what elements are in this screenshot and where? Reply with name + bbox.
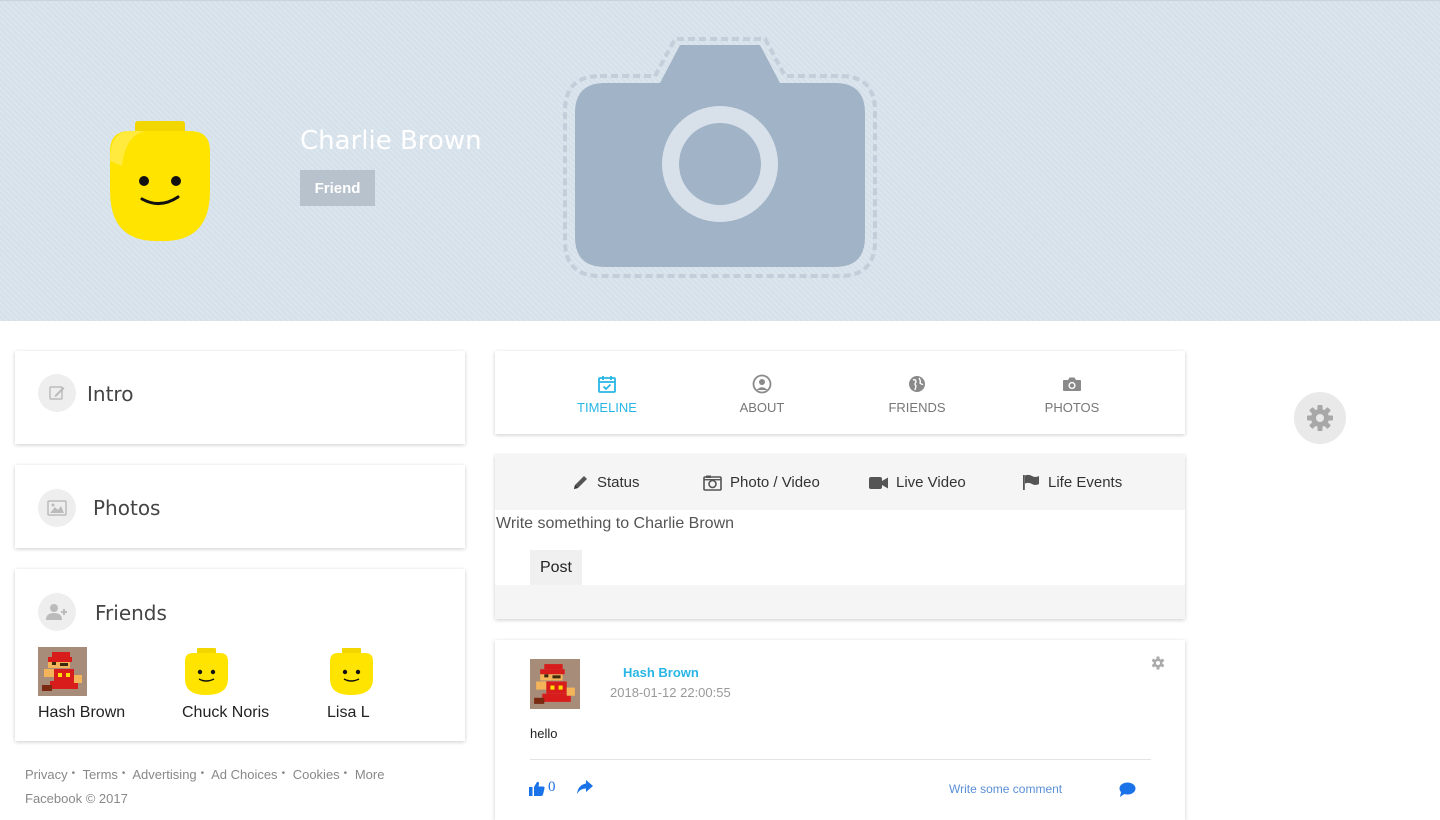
composer-footer [495, 585, 1185, 619]
friends-title[interactable]: Friends [95, 601, 167, 625]
footer-separator: • [71, 768, 76, 779]
comment-icon[interactable] [1119, 782, 1136, 797]
composer-type-status[interactable]: Status [572, 474, 640, 491]
friend-name[interactable]: Hash Brown [38, 704, 158, 722]
tab-timeline[interactable]: TIMELINE [557, 373, 657, 415]
composer-type-photo-video[interactable]: Photo / Video [703, 474, 820, 491]
tab-label: FRIENDS [888, 400, 946, 415]
tab-label: ABOUT [739, 400, 785, 415]
pencil-icon [574, 476, 587, 489]
intro-card: Intro [15, 351, 465, 444]
tab-photos[interactable]: PHOTOS [1022, 373, 1122, 415]
post-card [495, 640, 1185, 820]
footer-separator: • [343, 768, 348, 779]
footer-separator: • [281, 768, 286, 779]
tab-about[interactable]: ABOUT [712, 373, 812, 415]
share-icon[interactable] [576, 780, 593, 795]
post-divider [530, 759, 1151, 760]
photos-card: Photos [15, 465, 465, 548]
composer-type-label: Status [597, 474, 640, 491]
settings-gear-icon[interactable] [1294, 392, 1346, 444]
like-count: 0 [548, 779, 556, 795]
footer-separator: • [200, 768, 205, 779]
photos-title[interactable]: Photos [93, 496, 160, 520]
post-timestamp: 2018-01-12 22:00:55 [610, 685, 731, 700]
post-options-gear-icon[interactable] [1151, 656, 1165, 670]
camera-icon [1022, 373, 1122, 395]
footer-link-terms[interactable]: Terms [83, 767, 118, 782]
friend-name[interactable]: Lisa L [327, 704, 447, 722]
friend-item[interactable]: Chuck Noris [182, 647, 302, 722]
friend-name[interactable]: Chuck Noris [182, 704, 302, 722]
footer-links: Privacy • Terms • Advertising • Ad Choices •… [25, 767, 384, 782]
friends-card: Friends Hash Brown Chuck Noris Lisa L [15, 569, 465, 741]
friend-item[interactable]: Hash Brown [38, 647, 158, 722]
footer-link-privacy[interactable]: Privacy [25, 767, 68, 782]
composer-type-life-events[interactable]: Life Events [1022, 474, 1122, 491]
lego-face-avatar [327, 647, 376, 696]
tab-friends[interactable]: FRIENDS [867, 373, 967, 415]
cover-camera-placeholder-icon [563, 37, 877, 278]
footer-copyright: Facebook © 2017 [25, 791, 128, 806]
profile-avatar[interactable] [100, 121, 220, 243]
post-author-name[interactable]: Hash Brown [623, 665, 699, 680]
lego-face-avatar [182, 647, 231, 696]
post-author-avatar[interactable] [530, 659, 580, 709]
tab-label: TIMELINE [577, 400, 637, 415]
composer-type-label: Life Events [1048, 474, 1123, 491]
calendar-check-icon [557, 373, 657, 395]
post-button[interactable]: Post [530, 550, 582, 585]
footer-link-cookies[interactable]: Cookies [293, 767, 340, 782]
pixel-mario-avatar [38, 647, 87, 696]
footer-link-advertising[interactable]: Advertising [132, 767, 196, 782]
profile-name: Charlie Brown [300, 126, 482, 156]
composer-text-input[interactable] [496, 512, 1176, 536]
user-circle-icon [712, 373, 812, 395]
friend-status-button[interactable]: Friend [300, 170, 375, 206]
composer-type-live-video[interactable]: Live Video [869, 474, 966, 491]
tab-label: PHOTOS [1044, 400, 1100, 415]
flag-icon [1023, 474, 1039, 490]
post-body-text: hello [530, 726, 558, 741]
footer-link-ad-choices[interactable]: Ad Choices [211, 767, 277, 782]
composer-type-label: Photo / Video [730, 474, 820, 491]
write-comment-link[interactable]: Write some comment [949, 782, 1062, 796]
footer-link-more[interactable]: More [355, 767, 385, 782]
intro-title: Intro [87, 382, 134, 406]
photo-camera-icon [703, 475, 722, 491]
footer-separator: • [121, 768, 126, 779]
add-friend-icon [38, 593, 76, 631]
friend-item[interactable]: Lisa L [327, 647, 447, 722]
cover-photo: Charlie Brown Friend [0, 0, 1440, 321]
video-camera-icon [869, 476, 888, 489]
thumbs-up-icon[interactable] [529, 781, 545, 796]
composer-type-label: Live Video [896, 474, 966, 491]
edit-icon [38, 374, 76, 412]
image-icon [38, 489, 76, 527]
globe-icon [867, 373, 967, 395]
